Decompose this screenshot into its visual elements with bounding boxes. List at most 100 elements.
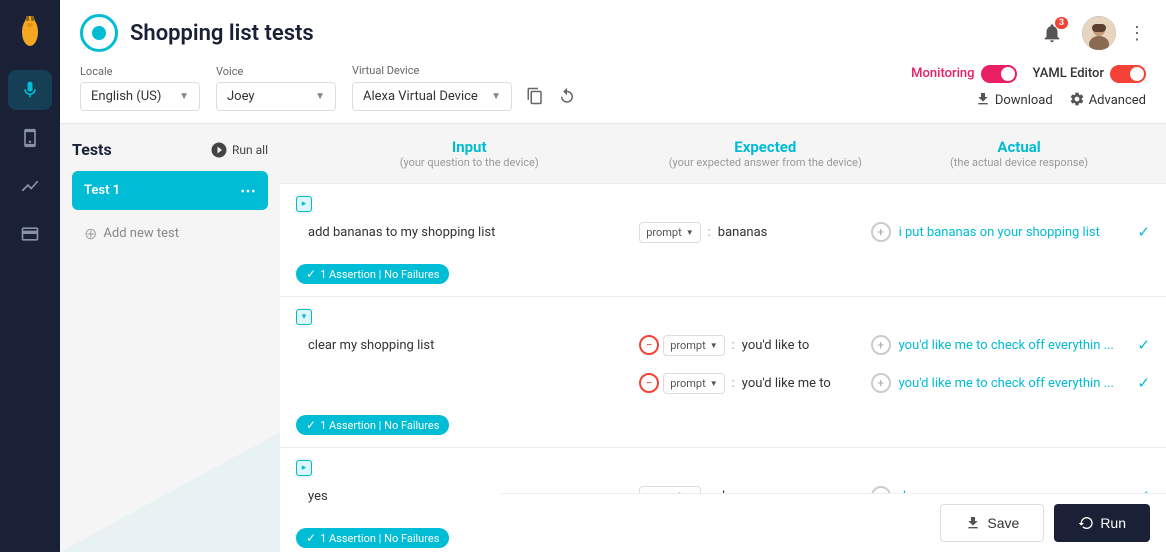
voice-select[interactable]: Joey ▼ — [216, 82, 336, 111]
virtual-device-control: Virtual Device Alexa Virtual Device ▼ — [352, 64, 582, 111]
actual-text-2: you'd like me to check off everythin ... — [899, 338, 1132, 353]
run-all-label: Run all — [232, 143, 268, 157]
footer: Save Run — [500, 493, 1166, 552]
locale-chevron: ▼ — [179, 91, 189, 102]
tests-title: Tests — [72, 140, 112, 159]
notification-badge: 3 — [1055, 17, 1068, 29]
more-options-button[interactable]: ⋮ — [1128, 23, 1146, 44]
refresh-icon[interactable] — [552, 81, 582, 111]
logo[interactable] — [10, 12, 50, 52]
add-expected-2b[interactable]: + — [871, 373, 891, 393]
remove-expected-2b[interactable]: − — [639, 373, 659, 393]
colon-1: : — [708, 225, 711, 240]
test-row-2: ▾ clear my shopping list − prompt ▼ : yo… — [280, 297, 1166, 448]
assertion-badge-2: ✓ 1 Assertion | No Failures — [296, 407, 1150, 435]
prompt-chevron-1: ▼ — [686, 228, 694, 237]
col-actual: Actual (the actual device response) — [892, 138, 1146, 169]
save-button[interactable]: Save — [940, 504, 1044, 542]
add-new-label: Add new test — [103, 226, 179, 241]
sidebar-item-card[interactable] — [8, 214, 52, 254]
add-expected-1[interactable]: + — [871, 222, 891, 242]
sidebar-item-device[interactable] — [8, 118, 52, 158]
virtual-device-chevron: ▼ — [491, 91, 501, 102]
monitoring-toggle[interactable] — [981, 65, 1017, 83]
actual-col-2b: you'd like me to check off everythin ...… — [899, 374, 1150, 392]
monitoring-label: Monitoring — [911, 66, 974, 81]
avatar-image — [1082, 16, 1116, 50]
virtual-device-select[interactable]: Alexa Virtual Device ▼ — [352, 82, 512, 111]
tests-panel: Tests Run all Test 1 ⋯ ⊕ Add new test — [60, 124, 280, 552]
interaction-row-2b: − prompt ▼ : you'd like me to + you'd li… — [296, 367, 1150, 399]
prompt-chevron-2: ▼ — [710, 341, 718, 350]
voice-label: Voice — [216, 65, 336, 78]
expected-value-1: bananas — [718, 225, 867, 240]
interaction-row-2: clear my shopping list − prompt ▼ : you'… — [296, 329, 1150, 361]
run-button[interactable]: Run — [1054, 504, 1150, 542]
sidebar — [0, 0, 60, 552]
locale-select[interactable]: English (US) ▼ — [80, 82, 200, 111]
assertion-text-1: 1 Assertion | No Failures — [320, 268, 439, 281]
voice-control: Voice Joey ▼ — [216, 65, 336, 111]
yaml-label: YAML Editor — [1033, 66, 1104, 81]
input-text-1: add bananas to my shopping list — [296, 225, 631, 240]
toggle-row: Monitoring YAML Editor — [911, 65, 1146, 83]
check-icon-2b: ✓ — [1137, 374, 1150, 392]
download-link[interactable]: Download — [975, 91, 1053, 111]
row-toggle-3[interactable]: ▸ — [296, 460, 312, 476]
assertion-text-2: 1 Assertion | No Failures — [320, 419, 439, 432]
col-expected: Expected (your expected answer from the … — [638, 138, 892, 169]
assertion-text-3: 1 Assertion | No Failures — [320, 532, 439, 545]
header-title-row: Shopping list tests — [80, 14, 314, 52]
locale-value: English (US) — [91, 89, 173, 104]
download-icon — [975, 91, 991, 111]
add-new-icon: ⊕ — [84, 224, 97, 243]
device-icon-group — [520, 81, 582, 111]
assertion-check-icon-1: ✓ — [306, 267, 316, 281]
voice-chevron: ▼ — [315, 91, 325, 102]
assertion-check-icon-3: ✓ — [306, 531, 316, 545]
row-toggle-1[interactable]: ▸ — [296, 196, 312, 212]
colon-2b: : — [732, 376, 735, 391]
test-item-label: Test 1 — [84, 183, 120, 198]
prompt-select-1[interactable]: prompt ▼ — [639, 222, 700, 243]
header-controls: Locale English (US) ▼ Voice Joey ▼ Virtu… — [80, 64, 1146, 111]
virtual-device-value: Alexa Virtual Device — [363, 89, 485, 104]
col-actual-subtitle: (the actual device response) — [892, 156, 1146, 169]
actual-text-1: i put bananas on your shopping list — [899, 225, 1132, 240]
header-actions: 3 ⋮ — [1034, 15, 1146, 51]
footer-spacer-left — [516, 504, 930, 542]
test-menu-button[interactable]: ⋯ — [240, 181, 256, 200]
assertion-badge-1: ✓ 1 Assertion | No Failures — [296, 256, 1150, 284]
interaction-row-1: add bananas to my shopping list prompt ▼… — [296, 216, 1150, 248]
advanced-label: Advanced — [1089, 93, 1146, 108]
sidebar-item-mic[interactable] — [8, 70, 52, 110]
main-content: Shopping list tests 3 — [60, 0, 1166, 552]
yaml-toggle[interactable] — [1110, 65, 1146, 83]
avatar[interactable] — [1082, 16, 1116, 50]
notifications-button[interactable]: 3 — [1034, 15, 1070, 51]
add-expected-2[interactable]: + — [871, 335, 891, 355]
advanced-link[interactable]: Advanced — [1069, 91, 1146, 111]
copy-icon[interactable] — [520, 81, 550, 111]
prompt-select-2[interactable]: prompt ▼ — [663, 335, 724, 356]
sidebar-item-chart[interactable] — [8, 166, 52, 206]
col-expected-title: Expected — [638, 138, 892, 156]
row-toggle-2[interactable]: ▾ — [296, 309, 312, 325]
colon-2: : — [732, 338, 735, 353]
prompt-select-2b[interactable]: prompt ▼ — [663, 373, 724, 394]
check-icon-2: ✓ — [1137, 336, 1150, 354]
content-area: Tests Run all Test 1 ⋯ ⊕ Add new test In… — [60, 124, 1166, 552]
locale-control: Locale English (US) ▼ — [80, 65, 200, 111]
advanced-icon — [1069, 91, 1085, 111]
run-label: Run — [1100, 515, 1126, 531]
remove-expected-2[interactable]: − — [639, 335, 659, 355]
yaml-toggle-item: YAML Editor — [1033, 65, 1146, 83]
test-item-test1[interactable]: Test 1 ⋯ — [72, 171, 268, 210]
test-row-1: ▸ add bananas to my shopping list prompt… — [280, 184, 1166, 297]
col-input-subtitle: (your question to the device) — [300, 156, 638, 169]
expected-value-2b: you'd like me to — [742, 376, 867, 391]
expected-col-1: prompt ▼ : bananas + — [639, 222, 890, 243]
add-new-test-button[interactable]: ⊕ Add new test — [72, 216, 268, 251]
col-expected-subtitle: (your expected answer from the device) — [638, 156, 892, 169]
run-all-button[interactable]: Run all — [210, 141, 268, 159]
